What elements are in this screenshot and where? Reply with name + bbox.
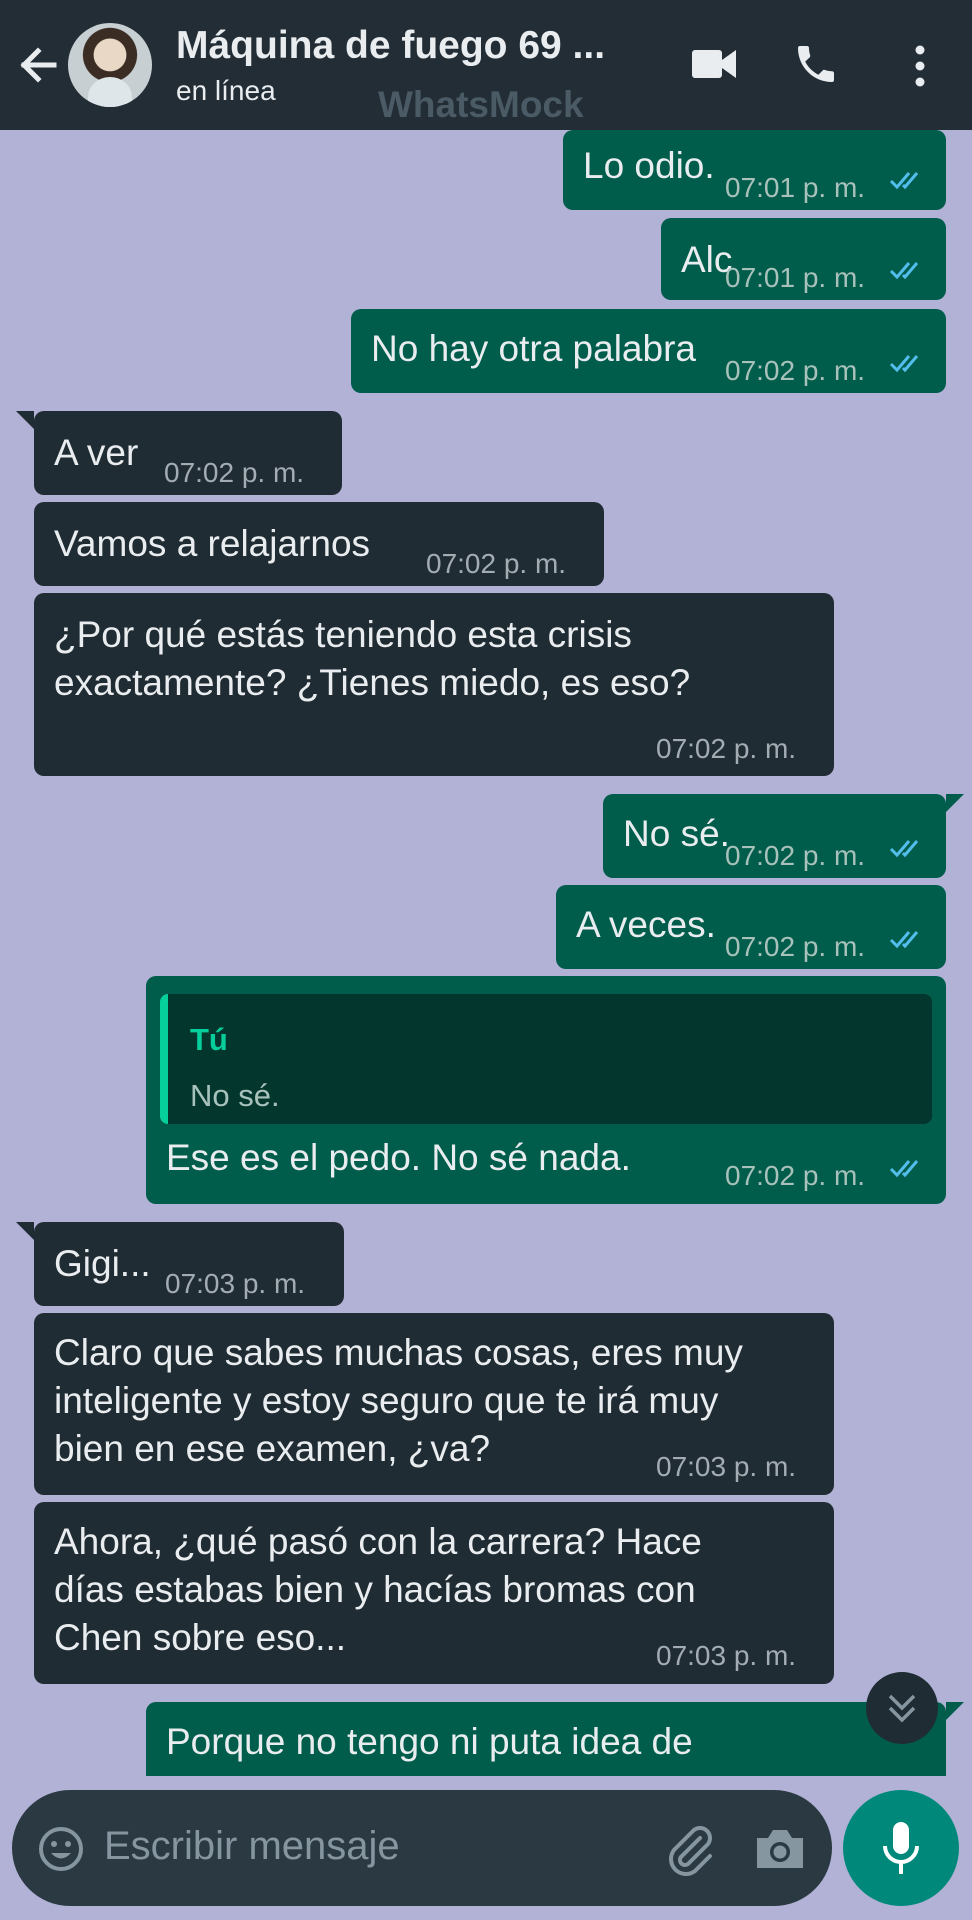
message-text: No sé. xyxy=(623,813,730,854)
double-check-icon xyxy=(889,840,919,858)
message-time: 07:02 p. m. xyxy=(725,355,866,386)
message-time: 07:02 p. m. xyxy=(164,457,305,488)
outgoing-message[interactable]: Porque no tengo ni puta idea de xyxy=(146,1702,946,1776)
message-text-line: bien en ese examen, ¿va? xyxy=(54,1428,491,1469)
message-text-line: ¿Por qué estás teniendo esta crisis xyxy=(54,614,632,655)
mic-button[interactable] xyxy=(843,1790,959,1906)
double-check-icon xyxy=(889,172,919,190)
message-text-line: Chen sobre eso... xyxy=(54,1617,347,1658)
bubble-tail xyxy=(16,1222,34,1240)
contact-name[interactable]: Máquina de fuego 69 ... xyxy=(176,24,605,68)
outgoing-reply-message[interactable]: Tú No sé. Ese es el pedo. No sé nada. 07… xyxy=(146,976,946,1204)
message-time: 07:02 p. m. xyxy=(725,1160,866,1191)
scroll-to-bottom-button[interactable] xyxy=(866,1672,938,1744)
message-text: No hay otra palabra xyxy=(371,328,696,369)
message-text: A veces. xyxy=(576,904,716,945)
message-time: 07:03 p. m. xyxy=(656,1451,797,1482)
message-text: A ver xyxy=(54,432,139,473)
quoted-text: No sé. xyxy=(190,1078,280,1113)
incoming-message[interactable]: Gigi... 07:03 p. m. xyxy=(34,1222,344,1306)
watermark: WhatsMock xyxy=(378,84,584,125)
quoted-message[interactable]: Tú No sé. xyxy=(160,994,932,1124)
quoted-author: Tú xyxy=(190,1022,228,1057)
more-vert-icon[interactable] xyxy=(906,44,934,88)
message-text-line: inteligente y estoy seguro que te irá mu… xyxy=(54,1380,719,1421)
camera-icon[interactable] xyxy=(753,1826,807,1872)
attach-icon[interactable] xyxy=(662,1822,718,1878)
mic-icon xyxy=(883,1822,919,1874)
contact-status: en línea xyxy=(176,75,276,106)
message-text-line: exactamente? ¿Tienes miedo, es eso? xyxy=(54,662,691,703)
message-text: Porque no tengo ni puta idea de xyxy=(166,1721,693,1762)
back-arrow-icon[interactable] xyxy=(14,40,64,90)
emoji-icon[interactable] xyxy=(38,1826,84,1872)
chevrons-down-icon xyxy=(888,1694,916,1723)
message-input-bar[interactable]: Escribir mensaje xyxy=(12,1790,832,1906)
chat-header: Máquina de fuego 69 ... en línea WhatsMo… xyxy=(0,0,972,130)
outgoing-message[interactable]: No hay otra palabra 07:02 p. m. xyxy=(351,309,946,393)
message-time: 07:03 p. m. xyxy=(165,1268,306,1299)
outgoing-message[interactable]: No sé. 07:02 p. m. xyxy=(603,794,946,878)
message-time: 07:02 p. m. xyxy=(426,548,567,579)
bubble-tail xyxy=(16,411,34,429)
message-time: 07:01 p. m. xyxy=(725,262,866,293)
message-time: 07:03 p. m. xyxy=(656,1640,797,1671)
outgoing-message[interactable]: Lo odio. 07:01 p. m. xyxy=(563,130,946,210)
message-time: 07:02 p. m. xyxy=(725,840,866,871)
incoming-message[interactable]: ¿Por qué estás teniendo esta crisis exac… xyxy=(34,593,834,776)
double-check-icon xyxy=(889,262,919,280)
double-check-icon xyxy=(889,1160,919,1178)
message-text: Ese es el pedo. No sé nada. xyxy=(166,1137,631,1178)
message-text-line: Ahora, ¿qué pasó con la carrera? Hace xyxy=(54,1521,702,1562)
message-text: Vamos a relajarnos xyxy=(54,523,371,564)
double-check-icon xyxy=(889,355,919,373)
avatar[interactable] xyxy=(68,23,152,107)
phone-icon[interactable] xyxy=(792,40,840,88)
bubble-tail xyxy=(946,1702,964,1720)
incoming-message[interactable]: Ahora, ¿qué pasó con la carrera? Hace dí… xyxy=(34,1502,834,1684)
message-time: 07:01 p. m. xyxy=(725,172,866,203)
outgoing-message[interactable]: A veces. 07:02 p. m. xyxy=(556,885,946,969)
double-check-icon xyxy=(889,931,919,949)
incoming-message[interactable]: Vamos a relajarnos 07:02 p. m. xyxy=(34,502,604,586)
message-text-line: Claro que sabes muchas cosas, eres muy xyxy=(54,1332,743,1373)
message-text: Lo odio. xyxy=(583,145,715,186)
video-call-icon[interactable] xyxy=(690,44,738,84)
incoming-message[interactable]: A ver 07:02 p. m. xyxy=(34,411,342,495)
message-text: Gigi... xyxy=(54,1243,151,1284)
message-input[interactable]: Escribir mensaje xyxy=(104,1824,400,1869)
outgoing-message[interactable]: Alc 07:01 p. m. xyxy=(661,218,946,300)
incoming-message[interactable]: Claro que sabes muchas cosas, eres muy i… xyxy=(34,1313,834,1495)
message-time: 07:02 p. m. xyxy=(656,733,797,764)
message-text-line: días estabas bien y hacías bromas con xyxy=(54,1569,696,1610)
message-time: 07:02 p. m. xyxy=(725,931,866,962)
bubble-tail xyxy=(946,794,964,812)
